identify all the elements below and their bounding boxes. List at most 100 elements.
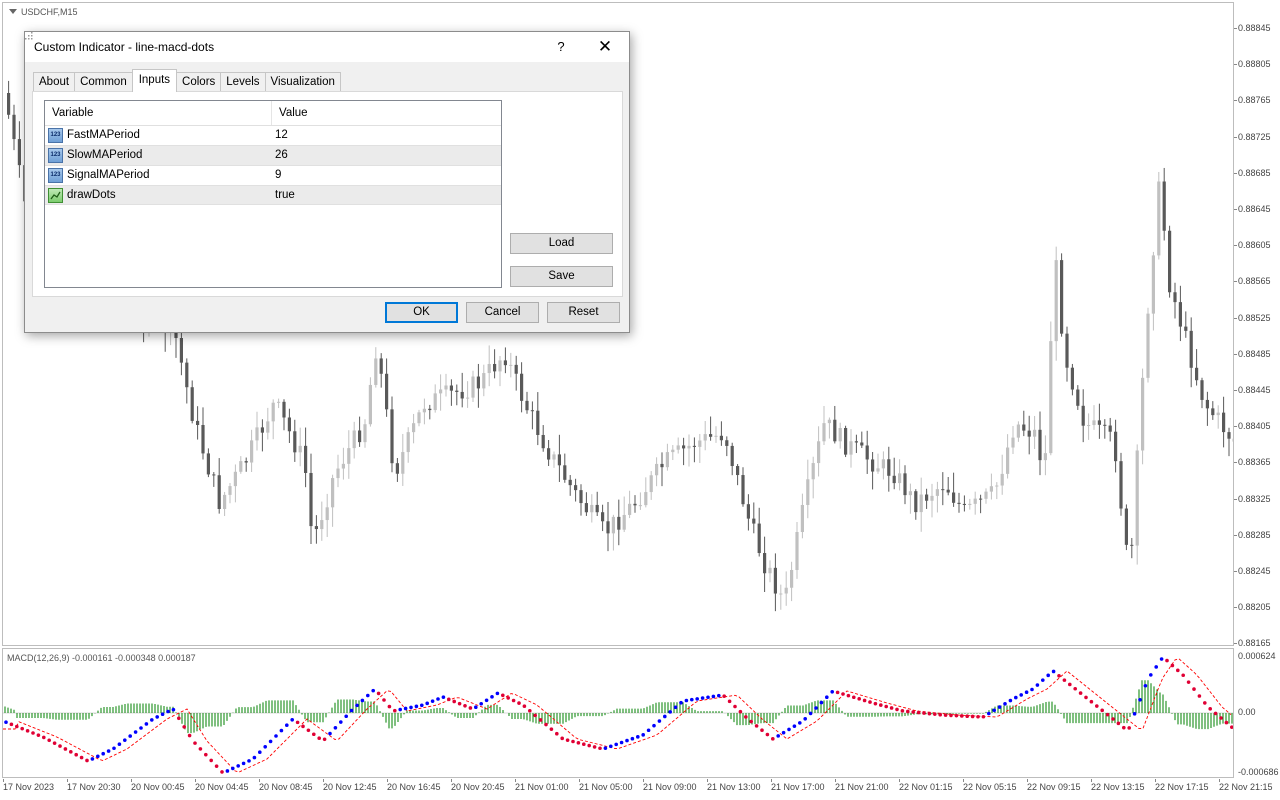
time-tick-label: 20 Nov 16:45 bbox=[387, 782, 441, 792]
cancel-button[interactable]: Cancel bbox=[466, 302, 539, 323]
candle-body bbox=[390, 409, 394, 464]
macd-dot bbox=[695, 697, 699, 701]
candle-body bbox=[827, 419, 831, 424]
time-tick-label: 22 Nov 17:15 bbox=[1155, 782, 1209, 792]
tab-common[interactable]: Common bbox=[74, 72, 133, 92]
inputs-table[interactable]: Variable Value 123 FastMAPeriod 12 123 S… bbox=[44, 100, 502, 288]
candle-body bbox=[471, 376, 475, 398]
candle-body bbox=[1211, 408, 1215, 416]
macd-dot bbox=[544, 722, 548, 727]
custom-indicator-dialog: Custom Indicator - line-macd-dots ? ✕ Ab… bbox=[24, 31, 630, 333]
macd-subwindow[interactable]: MACD(12,26,9) -0.000161 -0.000348 0.0001… bbox=[2, 648, 1234, 778]
macd-dot bbox=[1165, 658, 1169, 663]
candle-body bbox=[557, 454, 561, 466]
macd-dot bbox=[1030, 687, 1034, 692]
candle-body bbox=[298, 445, 302, 453]
candle-body bbox=[757, 523, 761, 554]
macd-dot bbox=[641, 733, 645, 737]
save-button[interactable]: Save bbox=[510, 266, 613, 287]
candle-body bbox=[784, 587, 788, 594]
macd-dot bbox=[825, 695, 829, 699]
chart-symbol-label: USDCHF,M15 bbox=[21, 7, 78, 17]
macd-dot bbox=[69, 750, 73, 754]
macd-dot bbox=[290, 718, 295, 722]
variable-value[interactable]: true bbox=[275, 189, 295, 201]
variable-value[interactable]: 9 bbox=[275, 169, 281, 181]
tab-levels[interactable]: Levels bbox=[220, 72, 266, 92]
dropdown-triangle-icon bbox=[9, 9, 17, 14]
macd-dot bbox=[727, 699, 732, 704]
table-row[interactable]: drawDots true bbox=[45, 185, 501, 205]
candle-body bbox=[622, 514, 626, 530]
variable-value[interactable]: 26 bbox=[275, 149, 288, 161]
macd-dot bbox=[1046, 673, 1050, 678]
tab-colors[interactable]: Colors bbox=[176, 72, 222, 92]
reset-button[interactable]: Reset bbox=[547, 302, 620, 323]
column-divider[interactable] bbox=[271, 101, 272, 125]
macd-dot bbox=[587, 743, 591, 748]
candle-body bbox=[962, 503, 966, 505]
dialog-titlebar[interactable]: Custom Indicator - line-macd-dots ? ✕ bbox=[25, 32, 629, 62]
price-tick-label: 0.88605 bbox=[1238, 240, 1271, 251]
macd-dot bbox=[981, 714, 986, 719]
macd-dot bbox=[236, 764, 240, 768]
boolean-icon bbox=[48, 188, 63, 203]
candle-body bbox=[984, 491, 988, 499]
candle-body bbox=[1006, 447, 1010, 474]
macd-dot bbox=[4, 720, 8, 724]
column-header-value[interactable]: Value bbox=[279, 107, 308, 119]
variable-value[interactable]: 12 bbox=[275, 129, 288, 141]
candle-body bbox=[1189, 330, 1193, 368]
help-button[interactable]: ? bbox=[549, 36, 573, 58]
time-tick-label: 21 Nov 13:00 bbox=[707, 782, 761, 792]
macd-dot bbox=[360, 698, 365, 703]
candle-body bbox=[271, 402, 275, 422]
load-button[interactable]: Load bbox=[510, 233, 613, 254]
macd-axis[interactable]: 0.000624 0.00 -0.000686 bbox=[1236, 648, 1280, 778]
price-tick bbox=[1234, 317, 1237, 319]
table-row[interactable]: 123 SignalMAPeriod 9 bbox=[45, 165, 501, 185]
table-row[interactable]: 123 FastMAPeriod 12 bbox=[45, 125, 501, 145]
table-row[interactable]: 123 SlowMAPeriod 26 bbox=[45, 145, 501, 165]
macd-dot bbox=[317, 736, 322, 741]
candle-body bbox=[925, 494, 929, 501]
macd-dot bbox=[1186, 680, 1191, 684]
price-tick bbox=[1234, 534, 1237, 536]
macd-dot bbox=[166, 709, 170, 714]
price-axis[interactable]: 0.88845 0.88805 0.88765 0.88725 0.88685 0.886… bbox=[1234, 2, 1280, 648]
macd-dot bbox=[155, 715, 159, 719]
close-button[interactable]: ✕ bbox=[591, 36, 619, 58]
macd-dot bbox=[301, 724, 305, 729]
macd-dot bbox=[31, 731, 35, 735]
macd-dot bbox=[231, 766, 235, 771]
macd-dot bbox=[1024, 690, 1029, 694]
tab-inputs[interactable]: Inputs bbox=[131, 69, 178, 92]
macd-dot bbox=[846, 693, 851, 698]
macd-dot bbox=[565, 738, 570, 742]
macd-dot bbox=[501, 693, 505, 698]
ok-button[interactable]: OK bbox=[385, 302, 458, 323]
price-tick-label: 0.88565 bbox=[1238, 276, 1271, 287]
macd-dot bbox=[204, 752, 208, 757]
candle-body bbox=[979, 498, 983, 500]
resize-grip-icon[interactable] bbox=[25, 32, 33, 40]
price-tick-label: 0.88845 bbox=[1238, 23, 1271, 33]
price-tick-label: 0.88805 bbox=[1238, 59, 1271, 70]
candle-body bbox=[379, 358, 383, 374]
price-tick-label: 0.88325 bbox=[1238, 493, 1271, 504]
macd-dot bbox=[1019, 693, 1023, 697]
column-header-variable[interactable]: Variable bbox=[52, 107, 93, 119]
macd-dot bbox=[339, 720, 343, 724]
macd-dot bbox=[333, 725, 338, 730]
candle-body bbox=[590, 504, 594, 513]
tab-visualization[interactable]: Visualization bbox=[264, 72, 341, 92]
candle-body bbox=[811, 463, 815, 480]
time-axis[interactable]: 17 Nov 2023 17 Nov 20:30 20 Nov 00:45 20 No… bbox=[0, 779, 1273, 800]
macd-dot bbox=[1073, 686, 1077, 691]
candle-body bbox=[547, 448, 551, 460]
macd-dot bbox=[868, 700, 872, 704]
macd-dots bbox=[4, 657, 1233, 774]
macd-dot bbox=[722, 694, 726, 698]
tab-about[interactable]: About bbox=[33, 72, 76, 92]
macd-dot bbox=[787, 727, 791, 732]
